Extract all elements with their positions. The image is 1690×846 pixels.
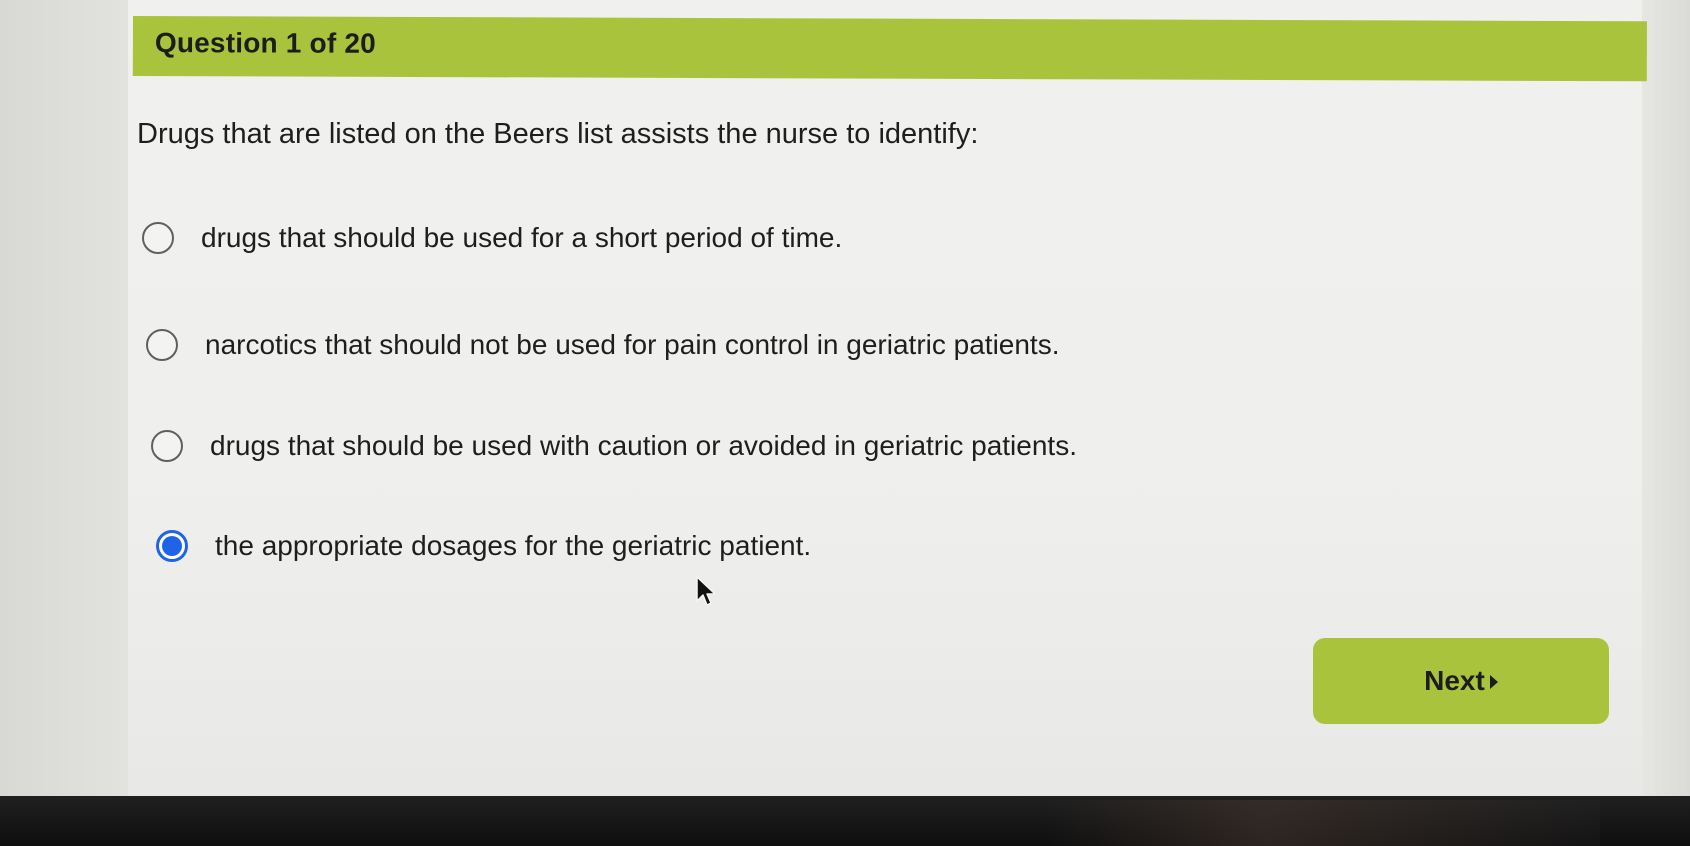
caret-right-icon — [1489, 675, 1498, 689]
right-margin — [1642, 0, 1690, 800]
question-counter: Question 1 of 20 — [154, 27, 376, 59]
question-text: Drugs that are listed on the Beers list … — [137, 118, 979, 150]
answer-option-label: the appropriate dosages for the geriatri… — [215, 530, 812, 561]
radio-dot-icon — [162, 536, 182, 556]
radio-button-unselected-icon[interactable] — [151, 430, 183, 462]
answer-option-label: narcotics that should not be used for pa… — [205, 329, 1060, 360]
radio-button-unselected-icon[interactable] — [146, 329, 178, 361]
answer-option-2[interactable]: narcotics that should not be used for pa… — [146, 329, 1060, 361]
answer-option-label: drugs that should be used with caution o… — [210, 430, 1077, 461]
bezel-reflection — [1040, 800, 1600, 846]
answer-option-4[interactable]: the appropriate dosages for the geriatri… — [156, 530, 811, 562]
answer-option-1[interactable]: drugs that should be used for a short pe… — [142, 222, 842, 254]
mouse-pointer-icon — [696, 576, 716, 606]
question-header-bar: Question 1 of 20 — [132, 16, 1647, 82]
left-margin — [0, 0, 128, 800]
radio-button-selected-icon[interactable] — [156, 530, 188, 562]
answer-option-label: drugs that should be used for a short pe… — [201, 222, 843, 253]
radio-button-unselected-icon[interactable] — [142, 222, 174, 254]
screen: Question 1 of 20 Drugs that are listed o… — [0, 0, 1690, 800]
answer-option-3[interactable]: drugs that should be used with caution o… — [151, 430, 1077, 462]
next-button[interactable]: Next — [1313, 638, 1609, 724]
next-button-label: Next — [1424, 665, 1485, 696]
